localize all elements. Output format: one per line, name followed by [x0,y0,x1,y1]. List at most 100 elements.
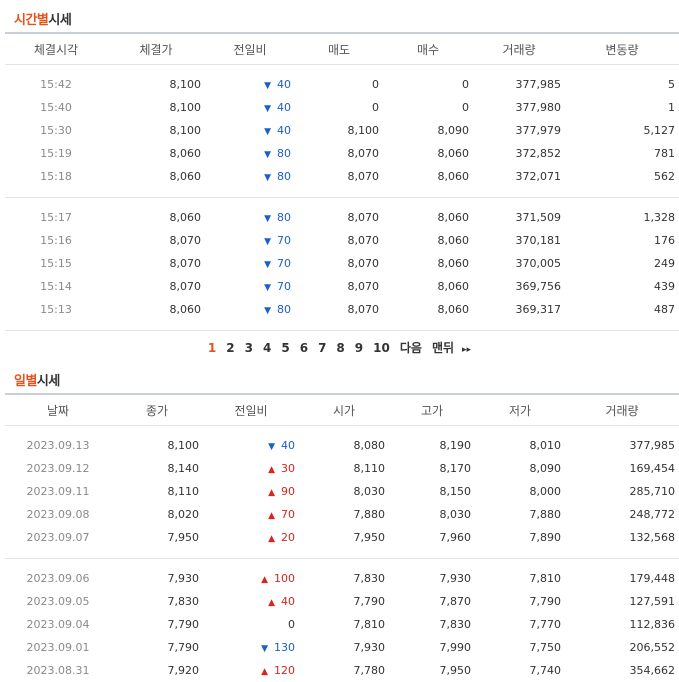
diff-cell: ▼ 40 [205,73,295,96]
col-header: 종가 [111,393,203,426]
row-spacer [5,549,679,559]
close-cell: 7,830 [167,595,200,608]
diff-cell: ▼ 40 [205,96,295,119]
time-cell: 15:18 [40,170,72,183]
up-triangle-icon: ▲ [268,465,275,475]
change-cell: 439 [654,280,675,293]
high-cell: 7,870 [439,595,472,608]
diff-value: 70 [281,508,295,521]
col-header: 저가 [475,393,565,426]
change-cell: 176 [654,234,675,247]
diff-value: 0 [288,618,295,631]
page-link-4[interactable]: 4 [258,341,276,355]
table-row: 2023.09.07 7,950 ▲ 20 7,950 7,960 7,890 132,568 [5,526,679,549]
price-cell: 8,070 [169,280,202,293]
diff-value: 130 [274,641,295,654]
open-cell: 7,950 [353,531,386,544]
diff-value: 70 [277,280,291,293]
open-cell: 7,810 [353,618,386,631]
high-cell: 8,030 [439,508,472,521]
date-cell: 2023.09.11 [26,485,90,498]
bid-cell: 8,060 [437,211,470,224]
diff-cell: ▼ 80 [205,142,295,165]
last-page-button[interactable]: 맨뒤 ▸▸ [427,339,476,356]
down-triangle-icon: ▼ [264,306,271,316]
diff-value: 90 [281,485,295,498]
diff-cell: ▼ 70 [205,252,295,275]
time-cell: 15:30 [40,124,72,137]
diff-value: 20 [281,531,295,544]
row-spacer [5,559,679,568]
page-link-5[interactable]: 5 [276,341,294,355]
close-cell: 8,110 [167,485,200,498]
high-cell: 8,190 [439,439,472,452]
volume-cell: 354,662 [629,664,676,677]
change-cell: 487 [654,303,675,316]
volume-cell: 372,071 [515,170,562,183]
high-cell: 7,830 [439,618,472,631]
col-header: 거래량 [473,32,565,65]
daily-price-title: 일별시세 [14,374,60,389]
diff-cell: ▲ 100 [203,567,299,590]
date-cell: 2023.09.06 [26,572,90,585]
page-link-10[interactable]: 10 [368,341,395,355]
low-cell: 8,090 [529,462,562,475]
col-header: 매수 [383,32,473,65]
time-cell: 15:42 [40,78,72,91]
col-header: 고가 [389,393,475,426]
table-row: 15:18 8,060 ▼ 80 8,070 8,060 372,071 562 [5,165,679,188]
open-cell: 7,780 [353,664,386,677]
down-triangle-icon: ▼ [264,237,271,247]
bid-cell: 8,090 [437,124,470,137]
col-header: 체결시각 [5,32,107,65]
date-cell: 2023.09.05 [26,595,90,608]
table-row: 15:17 8,060 ▼ 80 8,070 8,060 371,509 1,328 [5,206,679,229]
bid-cell: 8,060 [437,303,470,316]
volume-cell: 370,005 [515,257,562,270]
col-header: 전일비 [203,393,299,426]
volume-cell: 179,448 [629,572,676,585]
volume-cell: 370,181 [515,234,562,247]
page-link-7[interactable]: 7 [313,341,331,355]
diff-cell: 0 [203,613,299,636]
high-cell: 7,950 [439,664,472,677]
diff-value: 80 [277,211,291,224]
page-link-6[interactable]: 6 [295,341,313,355]
down-triangle-icon: ▼ [264,283,271,293]
page-link-1[interactable]: 1 [203,341,221,355]
volume-cell: 377,980 [515,101,562,114]
low-cell: 8,010 [529,439,562,452]
open-cell: 8,030 [353,485,386,498]
change-cell: 562 [654,170,675,183]
high-cell: 7,960 [439,531,472,544]
col-header: 매도 [295,32,383,65]
time-cell: 15:19 [40,147,72,160]
row-spacer [5,188,679,198]
table-row: 2023.09.13 8,100 ▼ 40 8,080 8,190 8,010 377,985 [5,434,679,457]
table-row: 2023.09.01 7,790 ▼ 130 7,930 7,990 7,750 206,55… [5,636,679,659]
pagination: 1 2 3 4 5 6 7 8 9 10 다음 맨뒤 ▸▸ [0,339,679,356]
up-triangle-icon: ▲ [268,511,275,521]
high-cell: 7,990 [439,641,472,654]
volume-cell: 371,509 [515,211,562,224]
page-link-9[interactable]: 9 [350,341,368,355]
diff-value: 30 [281,462,295,475]
diff-value: 100 [274,572,295,585]
page-link-8[interactable]: 8 [331,341,349,355]
time-price-title: 시간별시세 [14,13,72,28]
down-triangle-icon: ▼ [261,644,268,654]
volume-cell: 377,985 [629,439,676,452]
price-cell: 8,060 [169,303,202,316]
ask-cell: 0 [372,78,379,91]
up-triangle-icon: ▲ [261,575,268,585]
page-link-3[interactable]: 3 [240,341,258,355]
volume-cell: 206,552 [629,641,676,654]
open-cell: 7,830 [353,572,386,585]
volume-cell: 169,454 [629,462,676,475]
table-row: 15:13 8,060 ▼ 80 8,070 8,060 369,317 487 [5,298,679,321]
col-header: 시가 [299,393,389,426]
page-link-2[interactable]: 2 [221,341,239,355]
next-page-button[interactable]: 다음 [395,339,427,356]
diff-cell: ▲ 30 [203,457,299,480]
down-triangle-icon: ▼ [268,442,275,452]
